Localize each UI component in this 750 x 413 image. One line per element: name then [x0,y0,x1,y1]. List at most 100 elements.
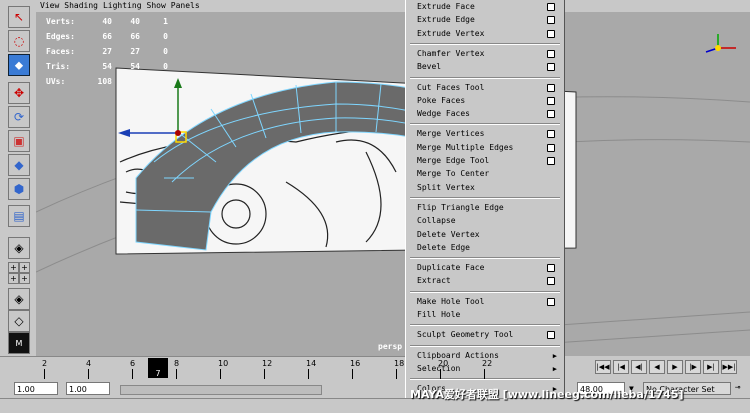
menu-item[interactable]: Delete Edge [417,242,559,254]
option-box-icon[interactable] [547,331,555,340]
play-backward-icon[interactable]: ◀ [649,360,665,374]
menu-item[interactable]: Extrude Edge [417,14,559,26]
menu-item-label: Chamfer Vertex [417,48,485,58]
step-forward-key-icon[interactable]: ▶| [703,360,719,374]
last-tool-icon[interactable]: ▤ [8,205,30,227]
play-forward-icon[interactable]: ▶ [667,360,683,374]
hud-a: 54 [102,62,112,71]
show-manipulator-icon[interactable]: ⬢ [8,178,30,200]
menu-item[interactable]: Poke Faces [417,95,559,107]
option-box-icon[interactable] [547,110,555,119]
viewport-menu-shading[interactable]: Shading [64,0,98,12]
layout-icon-3[interactable]: + [8,273,19,284]
menu-item-label: Delete Vertex [417,229,480,239]
marking-context-menu: Extrude Face Extrude Edge Extrude Vertex Ch… [405,0,565,412]
range-slider[interactable] [120,385,322,395]
viewport-menu-show[interactable]: Show [147,0,166,12]
menu-item[interactable]: Chamfer Vertex [417,48,559,60]
range-start-field[interactable]: 1.00 [66,382,110,395]
hypershade-layout-icon[interactable]: ◈ [8,288,30,310]
hud-label: Faces: [46,47,75,56]
hud-row: UVs: 108 [46,74,168,89]
menu-item-label: Duplicate Face [417,263,485,273]
time-tick-mark [484,369,485,379]
option-box-icon[interactable] [547,130,555,139]
watermark: MAYA爱好者联盟 [www.lineeg.com/lieba/1745] [410,388,684,401]
option-box-icon[interactable] [547,277,555,286]
step-back-frame-icon[interactable]: ◀| [631,360,647,374]
lasso-tool-icon[interactable]: ◌ [8,30,30,52]
hud-b: 40 [130,17,140,26]
option-box-icon[interactable] [547,83,555,92]
menu-item[interactable]: Extrude Vertex [417,28,559,40]
menu-item[interactable]: Split Vertex [417,182,559,194]
start-time-field[interactable]: 1.00 [14,382,58,395]
menu-item[interactable]: Delete Vertex [417,229,559,241]
paint-select-tool-icon[interactable]: ⬥ [8,54,30,76]
option-box-icon[interactable] [547,3,555,11]
time-tick-mark [132,369,133,379]
scale-tool-icon[interactable]: ▣ [8,130,30,152]
menu-item[interactable]: Sculpt Geometry Tool [417,329,559,341]
option-box-icon[interactable] [547,143,555,152]
hud-a: 40 [102,17,112,26]
hud-b [112,74,140,89]
menu-item[interactable]: Make Hole Tool [417,296,559,308]
menu-item[interactable]: Merge Multiple Edges [417,142,559,154]
viewport-menu-view[interactable]: View [40,0,59,12]
menu-item[interactable]: Extract [417,275,559,287]
submenu-arrow-icon: ▶ [552,351,557,360]
step-forward-frame-icon[interactable]: |▶ [685,360,701,374]
time-tick-label: 6 [130,359,136,368]
option-box-icon[interactable] [547,63,555,72]
time-tick-mark [176,369,177,379]
go-to-end-icon[interactable]: ▶▶| [721,360,737,374]
time-tick-label: 16 [350,359,361,368]
viewport-menu-panels[interactable]: Panels [171,0,200,12]
time-tick-mark [308,369,309,379]
menu-item[interactable]: Fill Hole [417,309,559,321]
outliner-layout-icon[interactable]: ◇ [8,310,30,332]
move-tool-icon[interactable]: ✥ [8,82,30,104]
time-slider[interactable]: 2 4 6 8 10 12 14 16 18 20 22 [0,356,492,381]
single-pane-layout-icon[interactable]: ◈ [8,237,30,259]
menu-item[interactable]: Merge Vertices [417,128,559,140]
menu-item[interactable]: Flip Triangle Edge [417,202,559,214]
option-box-icon[interactable] [547,264,555,273]
menu-separator [410,378,560,381]
menu-item[interactable]: Cut Faces Tool [417,82,559,94]
time-tick-label: 10 [218,359,229,368]
option-box-icon[interactable] [547,49,555,58]
poly-count-hud: Verts: 40 40 1 Edges: 66 66 0 Faces: 27 27 0 Tris: 54… [46,14,168,89]
hud-label: Tris: [46,62,71,71]
menu-item[interactable]: Extrude Face [417,1,559,13]
option-box-icon[interactable] [547,297,555,306]
current-frame-marker[interactable]: 7 [148,358,168,378]
viewport-menu-lighting[interactable]: Lighting [103,0,142,12]
option-box-icon[interactable] [547,29,555,38]
menu-item[interactable]: Collapse [417,215,559,227]
time-tick-label: 2 [42,359,48,368]
four-pane-layout-icon[interactable]: + [8,262,19,273]
menu-item[interactable]: Merge Edge Tool [417,155,559,167]
menu-item[interactable]: Wedge Faces [417,108,559,120]
layout-icon-4[interactable]: + [19,273,30,284]
menu-item[interactable]: Merge To Center [417,168,559,180]
viewport-menu-bar: View Shading Lighting Show Panels [36,0,418,12]
go-to-start-icon[interactable]: |◀◀ [595,360,611,374]
option-box-icon[interactable] [547,96,555,105]
hud-b: 66 [130,32,140,41]
menu-item-label: Merge Multiple Edges [417,142,514,152]
layout-icon-2[interactable]: + [19,262,30,273]
option-box-icon[interactable] [547,16,555,25]
rotate-tool-icon[interactable]: ⟳ [8,106,30,128]
key-icon[interactable]: ⊸ [735,383,740,393]
hud-row: Faces: 27 27 0 [46,44,168,59]
step-back-key-icon[interactable]: |◀ [613,360,629,374]
time-tick-label: 18 [394,359,405,368]
option-box-icon[interactable] [547,157,555,165]
menu-item[interactable]: Bevel [417,61,559,73]
select-tool-icon[interactable]: ↖ [8,6,30,28]
manipulator-tool-icon[interactable]: ◆ [8,154,30,176]
menu-item[interactable]: Duplicate Face [417,262,559,274]
